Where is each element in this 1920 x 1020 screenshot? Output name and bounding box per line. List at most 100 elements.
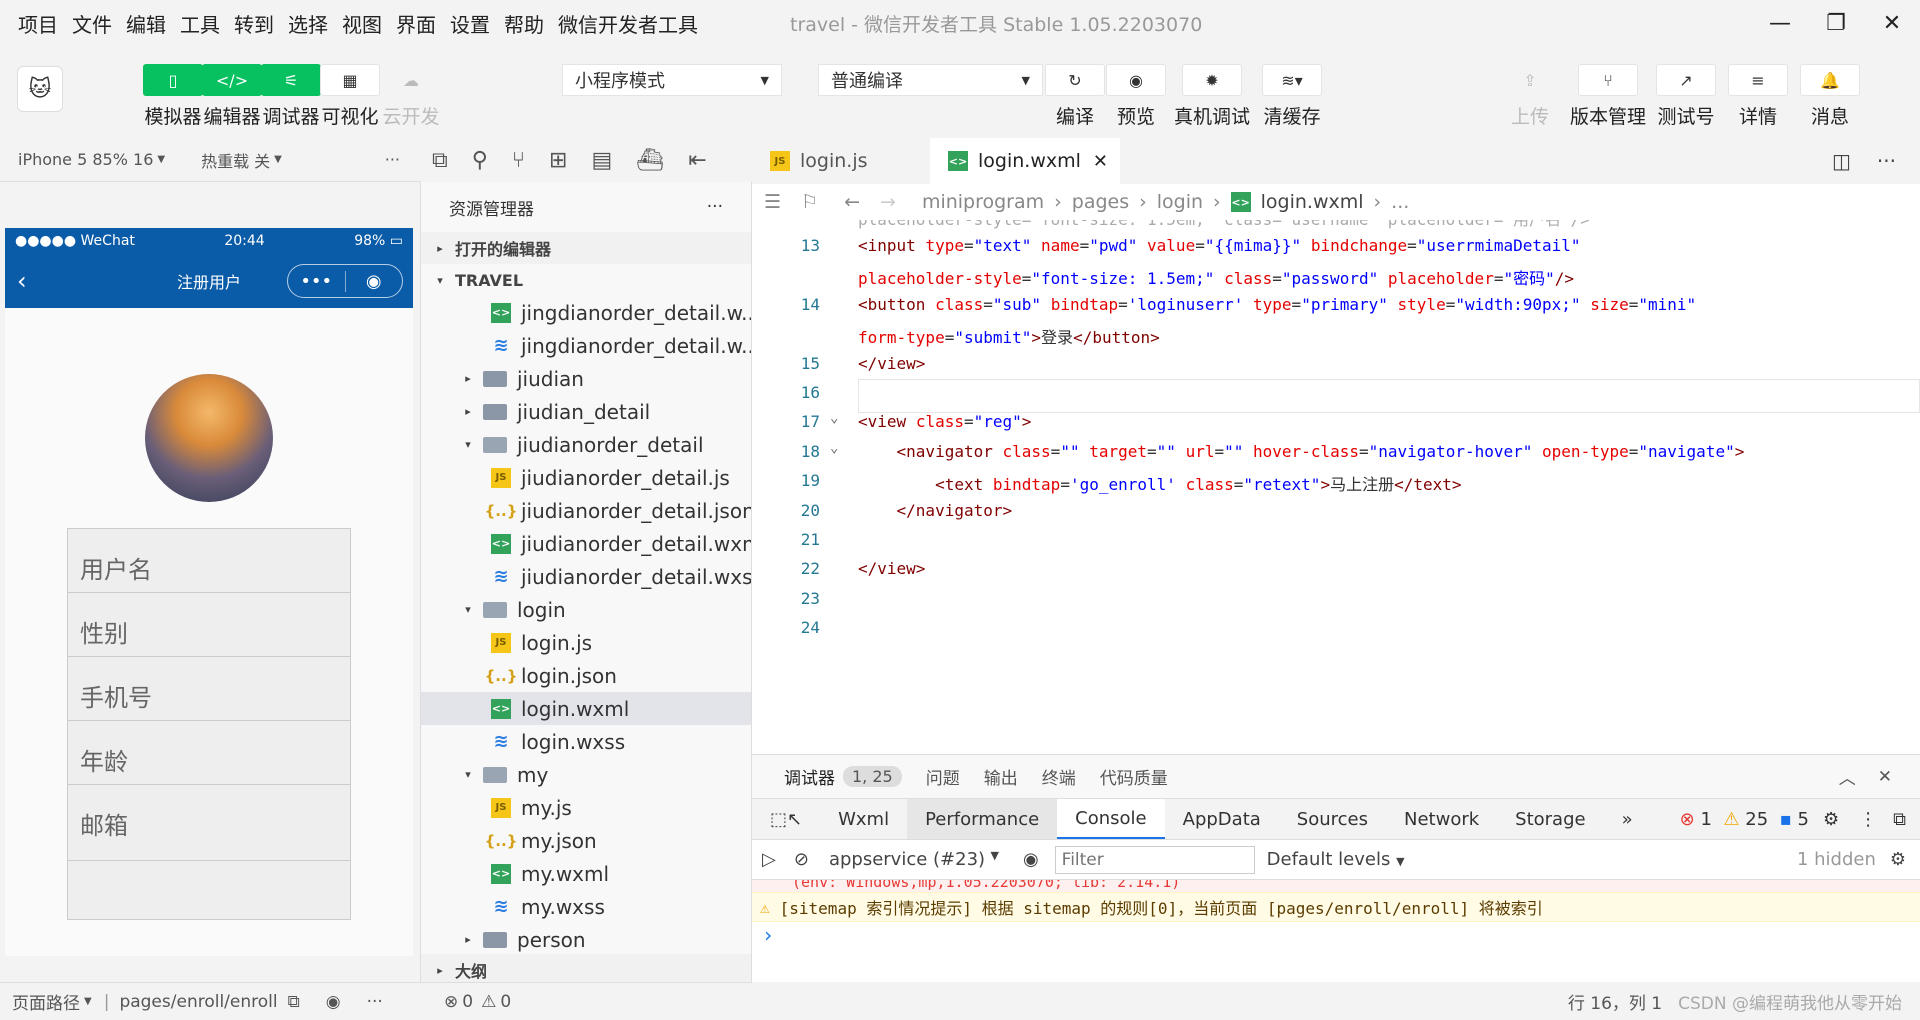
tree-item[interactable]: JS my.js <box>421 791 751 824</box>
more-icon[interactable]: ··· <box>367 992 383 1012</box>
sidebar-toggle-icon[interactable]: ▷ <box>762 849 776 870</box>
menu-item[interactable]: 设置 <box>443 9 497 38</box>
tree-item[interactable]: ▾ jiudianorder_detail <box>421 428 751 461</box>
menu-item[interactable]: 界面 <box>389 9 443 38</box>
menu-item[interactable]: 帮助 <box>497 9 551 38</box>
tree-item[interactable]: <> jingdianorder_detail.w... <box>421 296 751 329</box>
tab-login-wxml[interactable]: <> login.wxml ✕ <box>930 138 1120 184</box>
tab-login-js[interactable]: JS login.js <box>752 138 930 184</box>
tree-item[interactable]: <> login.wxml <box>421 692 751 725</box>
record-icon[interactable]: ◉ <box>344 270 403 292</box>
docker-icon[interactable]: ⛴ <box>636 148 664 173</box>
menu-item[interactable]: 工具 <box>173 9 227 38</box>
more-dots-icon[interactable]: ••• <box>288 271 345 292</box>
chevron-down-icon[interactable]: ▾ <box>459 603 477 616</box>
eye-icon[interactable]: ◉ <box>1023 849 1039 870</box>
menu-item[interactable]: 微信开发者工具 <box>551 9 705 38</box>
tab-code-quality[interactable]: 代码质量 <box>1100 764 1168 789</box>
more-vertical-icon[interactable]: ⋮ <box>1849 799 1887 839</box>
tree-item[interactable]: ≋ jingdianorder_detail.w... <box>421 329 751 362</box>
tree-item[interactable]: ≋ jiudianorder_detail.wxss <box>421 560 751 593</box>
device-select[interactable]: iPhone 5 85% 16 <box>18 150 153 169</box>
extensions-icon[interactable]: ⊞ <box>549 148 567 173</box>
chevron-right-icon[interactable]: ▸ <box>459 405 477 418</box>
fold-chevron-icon[interactable]: ⌄ <box>830 440 838 456</box>
chevron-right-icon[interactable]: ▸ <box>459 372 477 385</box>
test-id-button[interactable]: ↗ 测试号 <box>1650 64 1722 129</box>
gear-icon[interactable]: ⚙ <box>1813 799 1849 839</box>
tree-item[interactable]: ▸ person <box>421 923 751 956</box>
tree-item[interactable]: ▾ login <box>421 593 751 626</box>
tree-item[interactable]: {..} login.json <box>421 659 751 692</box>
tab-output[interactable]: 输出 <box>984 764 1018 789</box>
bookmark-icon[interactable]: ⚐ <box>801 191 818 213</box>
error-icon[interactable]: ⊗ <box>444 992 458 1012</box>
menu-item[interactable]: 文件 <box>65 9 119 38</box>
mode-select[interactable]: 小程序模式 ▼ <box>562 64 782 96</box>
files-icon[interactable]: ⧉ <box>432 148 448 173</box>
next-field[interactable] <box>67 860 351 920</box>
cloud-button[interactable]: ☁ 云开发 <box>375 64 447 129</box>
list-icon[interactable]: ☰ <box>764 191 781 213</box>
clear-icon[interactable]: ⊘ <box>794 849 809 870</box>
real-debug-button[interactable]: ✹ 真机调试 <box>1174 64 1250 129</box>
more-tabs-icon[interactable]: » <box>1604 799 1651 839</box>
menu-item[interactable]: 项目 <box>0 9 65 38</box>
tab-debugger[interactable]: 调试器 <box>784 764 835 789</box>
levels-select[interactable]: Default levels ▼ <box>1267 849 1405 870</box>
forward-arrow-icon[interactable]: → <box>880 191 896 213</box>
tree-item[interactable]: ▸ jiudian_detail <box>421 395 751 428</box>
breadcrumb-item[interactable]: login.wxml <box>1261 191 1364 213</box>
open-editors-section[interactable]: ▸ 打开的编辑器 <box>421 232 751 264</box>
tab-network[interactable]: Network <box>1386 799 1497 839</box>
tab-console[interactable]: Console <box>1057 799 1165 839</box>
version-button[interactable]: ⑂ 版本管理 <box>1570 64 1646 129</box>
page-path-label[interactable]: 页面路径 <box>12 989 80 1014</box>
avatar[interactable]: 🐱 <box>17 66 63 112</box>
copy-icon[interactable]: ⧉ <box>288 992 300 1012</box>
fold-chevron-icon[interactable]: ⌄ <box>830 410 838 426</box>
tree-item[interactable]: ≋ login.wxss <box>421 725 751 758</box>
gear-icon[interactable]: ⚙ <box>1890 849 1906 870</box>
details-button[interactable]: ≡ 详情 <box>1722 64 1794 129</box>
email-field[interactable]: 邮箱 <box>67 784 351 862</box>
back-arrow-icon[interactable]: ← <box>844 191 860 213</box>
dock-icon[interactable]: ⧉ <box>1887 799 1920 839</box>
chevron-down-icon[interactable]: ▾ <box>459 438 477 451</box>
close-icon[interactable]: ✕ <box>1093 151 1108 172</box>
eye-icon[interactable]: ◉ <box>326 992 341 1012</box>
breadcrumb-item[interactable]: login <box>1157 191 1203 213</box>
menu-item[interactable]: 转到 <box>227 9 281 38</box>
tab-wxml[interactable]: Wxml <box>820 799 907 839</box>
tab-appdata[interactable]: AppData <box>1165 799 1279 839</box>
search-icon[interactable]: ⚲ <box>472 148 488 173</box>
tree-item[interactable]: JS jiudianorder_detail.js <box>421 461 751 494</box>
tree-item[interactable]: JS login.js <box>421 626 751 659</box>
upload-button[interactable]: ⇪ 上传 <box>1494 64 1566 129</box>
clear-cache-button[interactable]: ≋▾ 清缓存 <box>1256 64 1328 129</box>
cursor-position[interactable]: 行 16，列 1 <box>1568 989 1662 1014</box>
close-icon[interactable]: ✕ <box>1878 767 1892 787</box>
tree-item[interactable]: <> my.wxml <box>421 857 751 890</box>
tab-storage[interactable]: Storage <box>1497 799 1603 839</box>
tree-item[interactable]: ▸ jiudian <box>421 362 751 395</box>
chevron-up-icon[interactable]: ︿ <box>1839 764 1856 789</box>
filter-input[interactable] <box>1054 845 1255 874</box>
minimize-icon[interactable]: — <box>1752 0 1808 46</box>
chevron-down-icon[interactable]: ▾ <box>459 768 477 781</box>
back-icon[interactable]: ‹ <box>17 267 27 295</box>
context-select[interactable]: appservice (#23) ▼ <box>829 849 999 870</box>
maximize-icon[interactable]: ❐ <box>1808 0 1864 46</box>
project-section[interactable]: ▾ TRAVEL <box>421 264 751 296</box>
more-icon[interactable]: ··· <box>707 197 723 217</box>
collapse-panel-icon[interactable]: ⇤ <box>688 148 706 173</box>
tab-terminal[interactable]: 终端 <box>1042 764 1076 789</box>
chevron-right-icon[interactable]: ▸ <box>459 933 477 946</box>
menu-item[interactable]: 选择 <box>281 9 335 38</box>
warning-icon[interactable]: ⚠ <box>481 992 496 1012</box>
inspect-icon[interactable]: ⬚↖ <box>752 799 820 839</box>
code-editor[interactable]: placeholder-style="font-size: 1.5em;" cl… <box>752 220 1920 754</box>
tab-performance[interactable]: Performance <box>907 799 1058 839</box>
menu-item[interactable]: 视图 <box>335 9 389 38</box>
more-icon[interactable]: ··· <box>385 150 400 169</box>
